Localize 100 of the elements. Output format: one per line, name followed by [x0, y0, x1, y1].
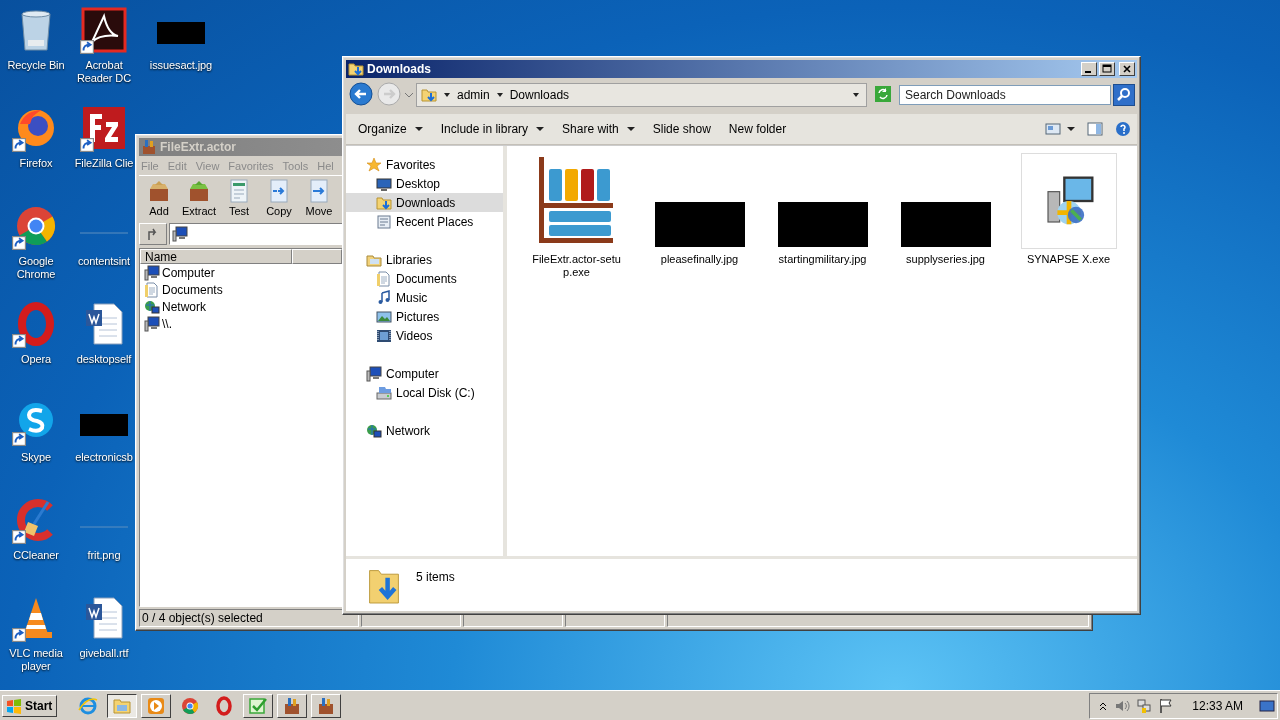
show-desktop-icon[interactable] — [1259, 697, 1275, 714]
up-folder-button[interactable] — [139, 223, 167, 245]
acrobat-icon — [80, 6, 128, 54]
desktop-icon — [376, 175, 392, 192]
opera-icon — [214, 695, 235, 716]
file-name: SYNAPSE X.exe — [1025, 253, 1112, 266]
list-item[interactable]: Documents — [140, 281, 342, 298]
computer-icon — [144, 264, 160, 281]
toolbar-button[interactable]: Add — [139, 178, 179, 218]
toolbar-button[interactable]: Extract — [179, 178, 219, 218]
start-button[interactable]: Start — [2, 694, 58, 717]
computer-icon — [172, 226, 188, 242]
chrome-icon — [180, 695, 201, 716]
desktop-icon-label[interactable]: frit.png — [87, 549, 121, 562]
nav-item[interactable]: Desktop — [346, 174, 503, 193]
desktop-icon-label[interactable]: issuesact.jpg — [149, 59, 213, 72]
desktop-icon-label[interactable]: CCleaner — [13, 549, 59, 562]
documents-icon — [144, 281, 160, 298]
file-name: FileExtr.actor-setup.exe — [531, 253, 622, 279]
desktop-icon-label[interactable]: Google Chrome — [4, 255, 68, 281]
desktop-icon-label[interactable]: Skype — [20, 451, 52, 464]
nav-item[interactable]: Documents — [346, 269, 503, 288]
taskbar-button[interactable] — [107, 693, 138, 718]
check-icon — [248, 695, 269, 716]
nav-item[interactable]: Favorites — [346, 155, 503, 174]
explorer-entry[interactable]: pleasefinally.jpg — [638, 153, 761, 266]
ie-icon — [78, 695, 99, 716]
command-button[interactable]: Slide show — [646, 119, 717, 139]
explorer-entry[interactable]: FileExtr.actor-setup.exe — [515, 153, 638, 279]
box-icon — [187, 179, 211, 203]
nav-item[interactable]: Computer — [346, 364, 503, 383]
nav-item[interactable]: Music — [346, 288, 503, 307]
status-text: 0 / 4 object(s) selected — [139, 609, 359, 627]
search-icon — [1116, 87, 1132, 103]
history-dropdown-icon[interactable] — [404, 90, 414, 100]
desktop-icon-label[interactable]: contentsint — [77, 255, 131, 268]
desktop-icon-label[interactable]: VLC media player — [4, 647, 68, 673]
pictures-icon — [376, 308, 392, 325]
downloads-icon — [348, 61, 364, 77]
nav-item[interactable]: Network — [346, 421, 503, 440]
back-button[interactable] — [348, 82, 374, 108]
star-icon — [366, 156, 382, 173]
breadcrumb-arrow-icon[interactable] — [443, 91, 451, 99]
arrow-page-icon — [267, 179, 291, 203]
dropdown-arrow-icon[interactable] — [852, 91, 860, 99]
network-icon[interactable] — [1136, 697, 1153, 714]
close-button[interactable] — [1119, 62, 1135, 76]
window-title: Downloads — [367, 62, 431, 76]
command-button[interactable]: Organize — [352, 119, 429, 139]
search-field[interactable]: Search Downloads — [899, 85, 1111, 105]
command-button[interactable]: Share with — [556, 119, 641, 139]
nav-item[interactable]: Pictures — [346, 307, 503, 326]
address-bar[interactable]: admin Downloads — [416, 83, 867, 107]
app-icon — [141, 139, 157, 155]
computer-icon — [144, 315, 160, 332]
toolbar-button[interactable]: Test — [219, 178, 259, 218]
videos-icon — [376, 327, 392, 344]
desktop-icon-label[interactable]: Recycle Bin — [7, 59, 65, 72]
desktop-icon-label[interactable]: FileZilla Clie — [74, 157, 134, 170]
desktop-icon-label[interactable]: Opera — [20, 353, 52, 366]
desktop-icon-label[interactable]: electronicsb — [75, 451, 133, 464]
nav-item[interactable]: Downloads — [346, 193, 503, 212]
nav-item[interactable]: Libraries — [346, 250, 503, 269]
explorer-entry[interactable]: startingmilitary.jpg — [761, 153, 884, 266]
column-header[interactable]: Name — [140, 249, 292, 264]
clock[interactable]: 12:33 AM — [1192, 698, 1243, 713]
nav-item[interactable]: Videos — [346, 326, 503, 345]
list-item[interactable]: Network — [140, 298, 342, 315]
show-hidden-icons-icon[interactable] — [1098, 700, 1109, 711]
desktop-icon-label[interactable]: Firefox — [19, 157, 53, 170]
maximize-icon — [1102, 64, 1112, 74]
maximize-button[interactable] — [1099, 62, 1115, 76]
breadcrumb[interactable]: admin — [457, 88, 490, 102]
explorer-entry[interactable]: supplyseries.jpg — [884, 153, 1007, 266]
close-icon — [1122, 64, 1132, 74]
search-button[interactable] — [1113, 84, 1135, 106]
list-item[interactable]: Computer — [140, 264, 342, 281]
command-button[interactable]: Include in library — [434, 119, 551, 139]
disk-icon — [376, 384, 392, 401]
nav-item[interactable]: Recent Places — [346, 212, 503, 231]
desktop-icon-label[interactable]: Acrobat Reader DC — [72, 59, 136, 85]
file-name: pleasefinally.jpg — [659, 253, 740, 266]
minimize-button[interactable] — [1081, 62, 1097, 76]
downloads-icon — [421, 87, 437, 103]
breadcrumb[interactable]: Downloads — [509, 88, 570, 102]
toolbar-button[interactable]: Copy — [259, 178, 299, 218]
breadcrumb-arrow-icon[interactable] — [495, 91, 504, 99]
flag-icon[interactable] — [1158, 697, 1175, 714]
desktop-icon-label[interactable]: giveball.rtf — [79, 647, 129, 660]
help-icon[interactable] — [1115, 121, 1131, 137]
toolbar-button[interactable]: Move — [299, 178, 339, 218]
path-field[interactable] — [169, 223, 343, 245]
list-item[interactable]: \\. — [140, 315, 342, 332]
refresh-button[interactable] — [873, 85, 893, 105]
desktop-icon-label[interactable]: desktopself — [76, 353, 132, 366]
arrow-page-icon — [307, 179, 331, 203]
column-header[interactable] — [292, 249, 342, 264]
nav-item[interactable]: Local Disk (C:) — [346, 383, 503, 402]
box-icon — [147, 179, 171, 203]
command-button[interactable]: New folder — [722, 119, 793, 139]
